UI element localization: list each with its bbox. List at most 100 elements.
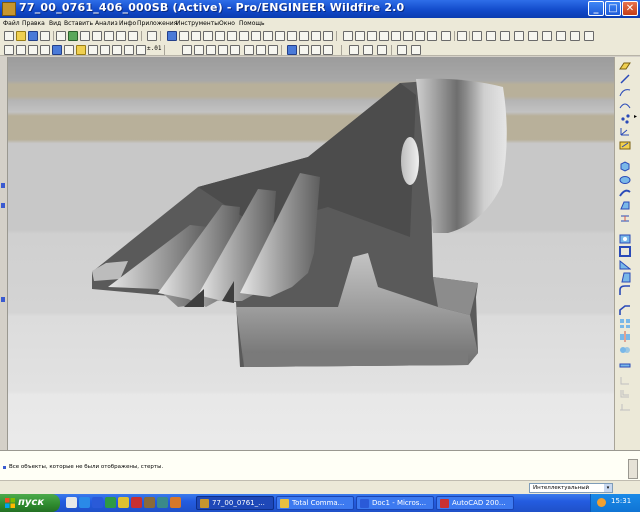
find-icon[interactable] <box>441 31 451 41</box>
refit-icon[interactable] <box>191 31 201 41</box>
datum-display-icon[interactable] <box>584 31 594 41</box>
tray-notification-icon[interactable] <box>597 498 606 507</box>
measure-icon[interactable] <box>244 45 254 55</box>
close-button[interactable]: ✕ <box>622 1 638 16</box>
datum-curve-icon[interactable] <box>619 100 631 111</box>
mass-properties-icon[interactable] <box>230 45 240 55</box>
shading-icon[interactable] <box>570 31 580 41</box>
undo-icon[interactable] <box>128 31 138 41</box>
graphics-viewport[interactable] <box>8 57 614 450</box>
pattern-icon[interactable] <box>619 318 631 329</box>
cut-feature-icon[interactable] <box>367 31 377 41</box>
sweep-icon[interactable] <box>619 187 631 198</box>
quick-launch-ie-icon[interactable] <box>79 497 90 508</box>
menu-insert[interactable]: Вставить <box>64 18 93 29</box>
model-tree-icon[interactable] <box>80 31 90 41</box>
spin-center-icon[interactable] <box>275 31 285 41</box>
sensitivity-icon[interactable] <box>299 45 309 55</box>
copy-icon[interactable] <box>104 31 114 41</box>
datum-points-icon[interactable] <box>28 45 38 55</box>
quick-launch-excel-icon[interactable] <box>105 497 116 508</box>
open-icon[interactable] <box>16 31 26 41</box>
shell-icon[interactable] <box>619 246 631 257</box>
mirror-icon[interactable] <box>619 331 631 342</box>
spin-icon[interactable] <box>556 31 566 41</box>
hole-icon[interactable] <box>619 233 631 244</box>
model-analysis-icon[interactable] <box>287 45 297 55</box>
menu-analysis[interactable]: Анализ <box>95 18 118 29</box>
extend-icon[interactable] <box>619 375 631 386</box>
hidden-line-icon[interactable] <box>311 31 321 41</box>
revolve-icon[interactable] <box>619 174 631 185</box>
ugc-icon[interactable] <box>218 45 228 55</box>
rib-icon[interactable] <box>619 259 631 270</box>
title-bar[interactable]: 77_00_0761_406_000SB (Active) - Pro/ENGI… <box>0 0 640 18</box>
pan-icon[interactable] <box>287 31 297 41</box>
whats-this-icon[interactable] <box>411 45 421 55</box>
menu-applications[interactable]: Приложения <box>137 18 177 29</box>
clock[interactable]: 15:31 <box>611 497 631 505</box>
send-mail-icon[interactable] <box>56 31 66 41</box>
chevron-down-icon[interactable]: ▾ <box>604 484 612 492</box>
coordinate-systems-icon[interactable] <box>40 45 50 55</box>
appearance-icon[interactable] <box>100 45 110 55</box>
no-hidden-icon[interactable] <box>323 31 333 41</box>
optimization-icon[interactable] <box>323 45 333 55</box>
more-arrow-icon[interactable]: ▸ <box>634 113 637 120</box>
blend-icon[interactable] <box>619 200 631 211</box>
menu-file[interactable]: Файл <box>3 18 20 29</box>
maximize-button[interactable]: □ <box>605 1 621 16</box>
reorient-icon[interactable] <box>514 31 524 41</box>
wireframe-icon[interactable] <box>299 31 309 41</box>
zoom-in-icon[interactable] <box>251 31 261 41</box>
extrude-icon[interactable] <box>619 161 631 172</box>
parameters-icon[interactable] <box>182 45 192 55</box>
copy-feature-icon[interactable] <box>379 31 389 41</box>
draft-icon[interactable] <box>619 272 631 283</box>
minimize-button[interactable]: _ <box>588 1 604 16</box>
taskbar-button-word[interactable]: Doc1 - Micros... <box>356 496 434 510</box>
layers-icon[interactable] <box>227 31 237 41</box>
window-close-icon[interactable] <box>363 45 373 55</box>
datum-planes-icon[interactable] <box>4 45 14 55</box>
datum-plane-icon[interactable] <box>619 61 631 72</box>
refit-view-icon[interactable] <box>500 31 510 41</box>
zoom-window-icon[interactable] <box>179 31 189 41</box>
environment-icon[interactable] <box>124 45 134 55</box>
orient-icon[interactable] <box>203 31 213 41</box>
coordinate-system-icon[interactable] <box>619 126 631 137</box>
datum-axes-icon[interactable] <box>16 45 26 55</box>
datum-point-icon[interactable] <box>619 113 631 124</box>
quick-launch-word-icon[interactable] <box>92 497 103 508</box>
quick-launch-tool-icon[interactable] <box>144 497 155 508</box>
thicken-icon[interactable] <box>619 401 631 412</box>
taskbar-button-autocad[interactable]: AutoCAD 200... <box>436 496 514 510</box>
family-table-icon[interactable] <box>194 45 204 55</box>
datum-axis-icon[interactable] <box>619 74 631 85</box>
paste-feature-icon[interactable] <box>391 31 401 41</box>
menu-help[interactable]: Помощь <box>239 18 265 29</box>
navigator-collapsed-strip[interactable] <box>0 57 8 450</box>
navigator-tab-marker[interactable] <box>1 183 5 188</box>
window-new-icon[interactable] <box>377 45 387 55</box>
variable-sweep-icon[interactable] <box>619 213 631 224</box>
message-scrollbar[interactable] <box>628 459 638 479</box>
toolbar-dropdown-icon[interactable] <box>457 31 467 41</box>
navigator-tab-marker[interactable] <box>1 297 5 302</box>
sketch-curve-icon[interactable] <box>619 87 631 98</box>
start-button[interactable]: пуск <box>0 494 60 512</box>
regenerate-icon[interactable] <box>68 31 78 41</box>
menu-edit[interactable]: Правка <box>22 18 45 29</box>
curvature-icon[interactable] <box>268 45 278 55</box>
zoom-in-view-icon[interactable] <box>472 31 482 41</box>
redo-icon[interactable] <box>147 31 157 41</box>
context-help-icon[interactable] <box>415 31 425 41</box>
regen-manager-icon[interactable] <box>427 31 437 41</box>
view-manager-icon[interactable] <box>239 31 249 41</box>
window-activate-icon[interactable] <box>349 45 359 55</box>
layer-tree-icon[interactable] <box>88 45 98 55</box>
print-icon[interactable] <box>40 31 50 41</box>
folder-browser-icon[interactable] <box>76 45 86 55</box>
taskbar-button-total-commander[interactable]: Total Comma... <box>276 496 354 510</box>
menu-tools[interactable]: Инструменты <box>176 18 219 29</box>
